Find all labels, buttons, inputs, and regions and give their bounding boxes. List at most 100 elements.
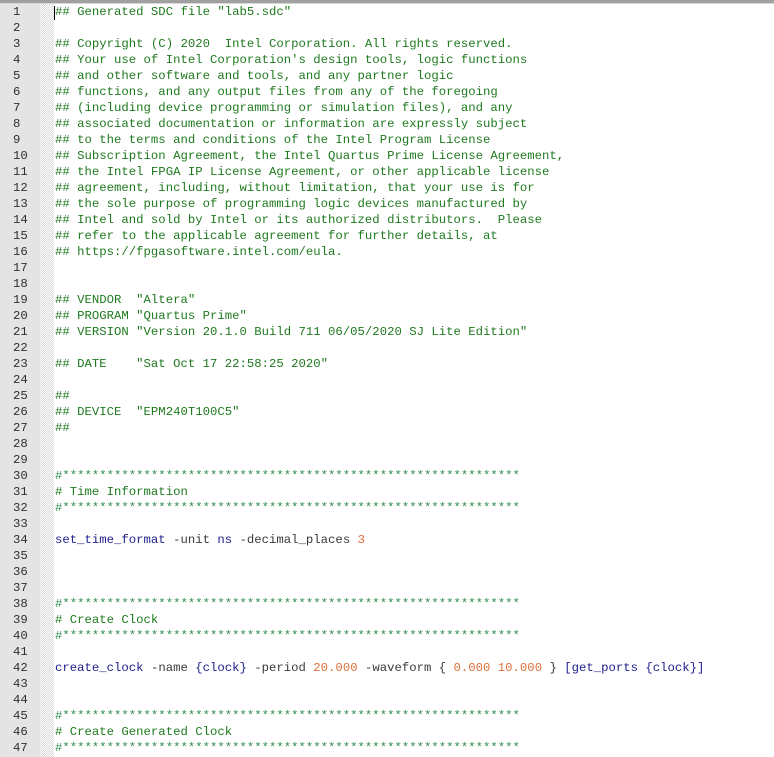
line-number: 1 [13, 5, 21, 19]
line-number: 19 [13, 293, 28, 307]
comment-divider-line: #***************************************… [55, 469, 520, 483]
line-number: 40 [13, 629, 28, 643]
line-number: 27 [13, 421, 28, 435]
line-number: 10 [13, 149, 28, 163]
line-number: 16 [13, 245, 28, 259]
line-number: 30 [13, 469, 28, 483]
line-number: 11 [13, 165, 28, 179]
line-number: 21 [13, 325, 28, 339]
code-token-brace: {clock} [195, 661, 247, 675]
line-number: 22 [13, 341, 28, 355]
line-number: 17 [13, 261, 28, 275]
code-token-num: 0.000 10.000 [453, 661, 543, 675]
code-token-opt: -period [246, 661, 314, 675]
comment-line: # Create Clock [55, 613, 159, 627]
line-number: 5 [13, 69, 21, 83]
code-token-cmd: create_clock [55, 661, 144, 675]
comment-divider-line: #***************************************… [55, 597, 520, 611]
line-number: 2 [13, 21, 21, 35]
comment-line: ## DEVICE "EPM240T100C5" [55, 405, 240, 419]
code-token-opt: -unit [165, 533, 218, 547]
line-number: 42 [13, 661, 28, 675]
line-number: 4 [13, 53, 21, 67]
line-number: 34 [13, 533, 28, 547]
line-number: 8 [13, 117, 21, 131]
comment-line: ## Your use of Intel Corporation's desig… [55, 53, 528, 67]
fold-margin[interactable] [40, 4, 54, 757]
comment-line: # Create Generated Clock [55, 725, 233, 739]
line-number: 29 [13, 453, 28, 467]
code-token-brace: [get_ports {clock}] [564, 661, 705, 675]
comment-line: ## associated documentation or informati… [55, 117, 528, 131]
comment-line: ## [55, 389, 70, 403]
line-number: 43 [13, 677, 28, 691]
code-token-cmd: ns [217, 533, 233, 547]
comment-line: ## functions, and any output files from … [55, 85, 498, 99]
code-token-opt: } [542, 661, 565, 675]
comment-line: ## https://fpgasoftware.intel.com/eula. [55, 245, 343, 259]
comment-divider-line: #***************************************… [55, 629, 520, 643]
line-number: 39 [13, 613, 28, 627]
line-number: 33 [13, 517, 28, 531]
line-number: 37 [13, 581, 28, 595]
line-number: 44 [13, 693, 28, 707]
comment-line: ## Subscription Agreement, the Intel Qua… [55, 149, 565, 163]
line-number: 13 [13, 197, 28, 211]
code-token-cmd: set_time_format [55, 533, 166, 547]
comment-line: ## and other software and tools, and any… [55, 69, 454, 83]
code-token-opt: -decimal_places [232, 533, 358, 547]
code-token-opt: -waveform { [357, 661, 454, 675]
line-number: 46 [13, 725, 28, 739]
comment-line: ## Intel and sold by Intel or its author… [55, 213, 543, 227]
code-line: set_time_format -unit ns -decimal_places… [55, 532, 704, 548]
comment-line: ## the sole purpose of programming logic… [55, 197, 528, 211]
line-number: 47 [13, 741, 28, 755]
comment-line: ## VERSION "Version 20.1.0 Build 711 06/… [55, 325, 528, 339]
line-number: 6 [13, 85, 21, 99]
comment-line: ## Generated SDC file "lab5.sdc" [55, 5, 292, 19]
line-number: 20 [13, 309, 28, 323]
comment-line: ## to the terms and conditions of the In… [55, 133, 491, 147]
comment-divider-line: #***************************************… [55, 709, 520, 723]
code-editor[interactable]: 1 2 3 4 5 6 7 8 9 10 11 12 13 14 15 16 17 18 19 20 21 22 23 24 2… [0, 4, 774, 757]
comment-divider-line: #***************************************… [55, 741, 520, 755]
comment-line: ## VENDOR "Altera" [55, 293, 196, 307]
comment-line: ## agreement, including, without limitat… [55, 181, 535, 195]
line-number: 9 [13, 133, 21, 147]
code-text-area[interactable]: ## Generated SDC file "lab5.sdc" ## Copyr… [54, 4, 774, 757]
comment-divider-line: #***************************************… [55, 501, 520, 515]
comment-line: ## DATE "Sat Oct 17 22:58:25 2020" [55, 357, 329, 371]
line-number: 24 [13, 373, 28, 387]
line-number: 14 [13, 213, 28, 227]
comment-line: ## PROGRAM "Quartus Prime" [55, 309, 247, 323]
comment-line: ## [55, 421, 70, 435]
comment-line: ## (including device programming or simu… [55, 101, 513, 115]
line-number: 41 [13, 645, 28, 659]
code-token-num: 20.000 [313, 661, 358, 675]
line-number: 23 [13, 357, 28, 371]
comment-line: ## the Intel FPGA IP License Agreement, … [55, 165, 550, 179]
line-number: 18 [13, 277, 28, 291]
line-number: 3 [13, 37, 21, 51]
code-token-opt: -name [143, 661, 196, 675]
line-number: 32 [13, 501, 28, 515]
code-token-num: 3 [357, 533, 365, 547]
line-number: 12 [13, 181, 28, 195]
comment-line: # Time Information [55, 485, 188, 499]
code-line: create_clock -name {clock} -period 20.00… [55, 660, 704, 676]
line-number: 31 [13, 485, 28, 499]
line-number: 25 [13, 389, 28, 403]
